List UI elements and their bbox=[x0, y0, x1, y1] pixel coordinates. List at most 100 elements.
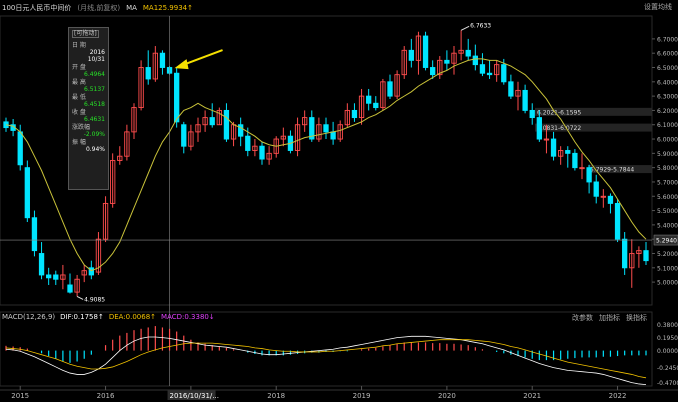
y-tick-label: 6.4000 bbox=[657, 79, 678, 86]
tooltip-change: -2.09% bbox=[83, 131, 105, 138]
switch-indicator-button[interactable]: 换指标 bbox=[626, 313, 647, 323]
candle-body bbox=[565, 150, 571, 154]
y-tick-label: 5.5000 bbox=[657, 208, 678, 215]
y-tick-label: 5.9000 bbox=[657, 151, 678, 158]
candle-body bbox=[67, 284, 73, 293]
macd-params[interactable]: MACD(12,26,9) bbox=[2, 313, 55, 321]
candle-body bbox=[373, 102, 379, 109]
tooltip-amplitude: 0.94% bbox=[85, 146, 105, 153]
candle-body bbox=[622, 238, 628, 269]
dea-line bbox=[5, 339, 647, 379]
instrument-title[interactable]: 100日元人民币中间价 bbox=[2, 3, 71, 13]
ma-settings-button[interactable]: 设置均线 bbox=[644, 2, 672, 12]
ohlc-tooltip[interactable]: [可拖动] 日 期 2016 10/31 开 盘 6.4964 最 高 6.51… bbox=[68, 27, 109, 190]
candle-body bbox=[550, 138, 557, 157]
macd-dif: DIF:0.1758↑ bbox=[60, 313, 104, 321]
candle-body bbox=[607, 195, 614, 204]
x-tick-label: 2015 bbox=[11, 392, 29, 400]
candle-body bbox=[38, 253, 45, 276]
candle-body bbox=[501, 64, 507, 83]
candle-body bbox=[17, 131, 23, 166]
candle-body bbox=[472, 55, 478, 66]
candle-body bbox=[586, 167, 592, 183]
candle-body bbox=[31, 217, 38, 252]
y-tick-label: 6.3000 bbox=[657, 94, 678, 101]
candle-body bbox=[330, 131, 336, 140]
tooltip-title: [可拖动] bbox=[72, 30, 99, 38]
candle-body bbox=[145, 67, 151, 80]
y-tick-label: 5.2000 bbox=[657, 251, 678, 258]
candle-body bbox=[53, 274, 59, 280]
change-params-button[interactable]: 改参数 bbox=[572, 313, 593, 323]
y-tick-label: 5.4000 bbox=[657, 222, 678, 229]
y-tick-label: 6.2000 bbox=[657, 108, 678, 115]
macd-y-tick-label: 0.3800 bbox=[657, 322, 678, 329]
y-tick-label: 6.7000 bbox=[657, 36, 678, 43]
candle-body bbox=[422, 35, 429, 68]
tooltip-monthday: 10/31 bbox=[87, 56, 105, 63]
x-tick-label: 2021 bbox=[523, 392, 541, 400]
candle-body bbox=[486, 72, 493, 76]
level-label: 5.7929-5.7844 bbox=[590, 167, 634, 174]
y-tick-label: 6.0000 bbox=[657, 137, 678, 144]
y-tick-label: 6.5000 bbox=[657, 65, 678, 72]
ma-label: MA bbox=[126, 4, 137, 12]
candle-body bbox=[408, 49, 414, 61]
candle-body bbox=[46, 274, 52, 279]
level-label: 6.2021-6.1595 bbox=[537, 109, 581, 116]
candle-body bbox=[24, 167, 30, 219]
candle-body bbox=[351, 109, 358, 119]
x-tick-label: 2020 bbox=[438, 392, 456, 400]
candle-body bbox=[323, 124, 329, 133]
x-tick-label: 2016 bbox=[97, 392, 115, 400]
y-tick-label: 5.0000 bbox=[657, 280, 678, 287]
y-tick-label: 6.6000 bbox=[657, 51, 678, 58]
x-tick-label: 2019 bbox=[353, 392, 371, 400]
candle-body bbox=[536, 117, 542, 140]
chart-header: 100日元人民币中间价 (月线,前复权) MA MA125.9934↑ bbox=[2, 2, 193, 14]
candle-body bbox=[174, 72, 180, 123]
candle-body bbox=[223, 109, 230, 140]
candle-body bbox=[614, 202, 621, 240]
candle-body bbox=[181, 124, 187, 147]
tooltip-open: 6.4964 bbox=[84, 71, 105, 78]
candle-body bbox=[245, 135, 251, 151]
macd-value: MACD:0.3380↓ bbox=[161, 313, 215, 321]
pointer-arrow-head bbox=[174, 59, 189, 70]
macd-panel-frame bbox=[0, 311, 653, 387]
crosshair-price-label: 5.2940 bbox=[656, 238, 677, 245]
period-subtitle: (月线,前复权) bbox=[77, 4, 121, 12]
macd-dea: DEA:0.0068↑ bbox=[108, 313, 157, 321]
candle-body bbox=[522, 89, 528, 111]
x-tick-label: 2018 bbox=[267, 392, 285, 400]
level-label: 6.0831-6.0722 bbox=[537, 125, 581, 132]
y-tick-label: 5.7000 bbox=[657, 179, 678, 186]
candle-body bbox=[366, 95, 372, 104]
candle-body bbox=[572, 152, 578, 169]
high-leader bbox=[460, 25, 470, 31]
candle-body bbox=[387, 81, 393, 97]
macd-y-tick-label: 0.1950 bbox=[657, 335, 678, 342]
tooltip-high: 6.5137 bbox=[84, 86, 105, 93]
tooltip-low: 6.4518 bbox=[84, 101, 105, 108]
high-label: 6.7633 bbox=[470, 22, 491, 29]
macd-y-tick-label: -0.4700 bbox=[657, 380, 678, 387]
low-leader bbox=[76, 295, 84, 300]
y-tick-label: 5.1000 bbox=[657, 265, 678, 272]
y-tick-label: 5.8000 bbox=[657, 165, 678, 172]
candle-body bbox=[643, 250, 649, 262]
candle-body bbox=[259, 145, 265, 160]
candle-body bbox=[529, 109, 535, 119]
crosshair-date-label: 2016/10/31/... bbox=[170, 392, 219, 400]
macd-y-tick-label: -0.2450 bbox=[657, 365, 678, 372]
candle-body bbox=[479, 64, 486, 74]
macd-header: MACD(12,26,9) DIF:0.1758↑ DEA:0.0068↑ MA… bbox=[2, 313, 215, 321]
candle-body bbox=[593, 181, 599, 197]
low-label: 4.9085 bbox=[84, 296, 105, 303]
macd-y-tick-label: 0.0000 bbox=[657, 348, 678, 355]
ma-value: MA125.9934↑ bbox=[142, 4, 193, 12]
add-indicator-button[interactable]: 加指标 bbox=[599, 313, 620, 323]
tooltip-close: 6.4631 bbox=[84, 116, 105, 123]
candle-body bbox=[209, 117, 215, 126]
candle-body bbox=[159, 52, 166, 68]
